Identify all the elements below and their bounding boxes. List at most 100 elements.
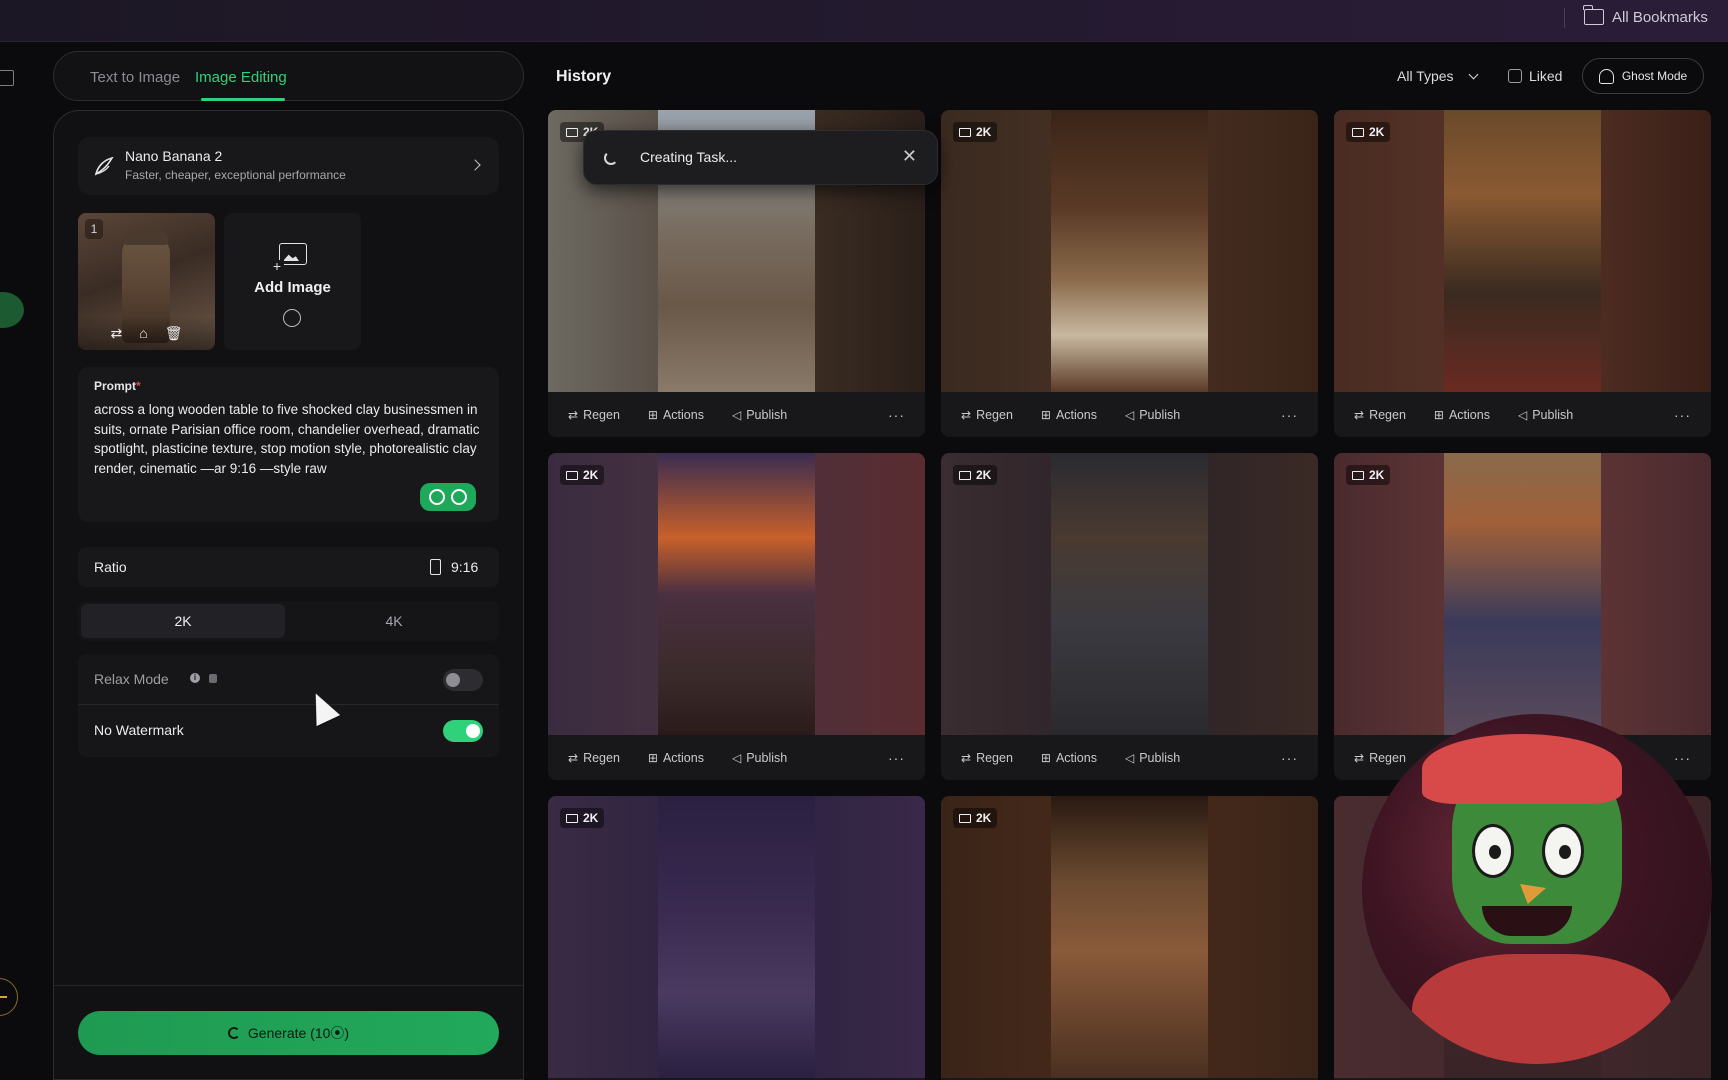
- resolution-toggle: 2K 4K: [78, 601, 499, 641]
- tab-text-to-image[interactable]: Text to Image: [90, 69, 180, 86]
- history-card[interactable]: 2K: [941, 796, 1318, 1080]
- rail-bottom-button[interactable]: [0, 978, 18, 1016]
- publish-button[interactable]: ◁ Publish: [1125, 751, 1180, 765]
- uploaded-image-thumbnail[interactable]: 1 ⇄ ⌂ 🗑: [78, 213, 215, 350]
- more-options-icon[interactable]: ···: [888, 407, 905, 423]
- resolution-2k-button[interactable]: 2K: [81, 604, 285, 638]
- generation-panel: Nano Banana 2 Faster, cheaper, exception…: [53, 110, 524, 1080]
- relax-mode-switch[interactable]: [443, 669, 483, 691]
- actions-button[interactable]: ⊞ Actions: [1041, 408, 1097, 422]
- liked-checkbox[interactable]: [1508, 69, 1522, 83]
- no-watermark-switch[interactable]: [443, 720, 483, 742]
- publish-icon: ◁: [731, 407, 742, 422]
- prompt-field[interactable]: Prompt* across a long wooden table to fi…: [78, 367, 499, 522]
- history-card-artwork: [1051, 453, 1208, 735]
- more-options-icon[interactable]: ···: [1281, 407, 1298, 423]
- lock-icon: [209, 674, 217, 683]
- publish-label: Publish: [746, 750, 788, 765]
- prompt-assist-badge[interactable]: [420, 483, 476, 511]
- more-options-icon[interactable]: ···: [1281, 750, 1298, 766]
- prompt-text[interactable]: across a long wooden table to five shock…: [94, 400, 488, 478]
- publish-button[interactable]: ◁ Publish: [732, 408, 787, 422]
- relax-mode-row: Relax Mode i: [78, 654, 499, 705]
- history-card[interactable]: 2K ⇄ Regen ⊞ Actions ◁ Publish ···: [548, 453, 925, 780]
- asset-library-icon[interactable]: [283, 309, 301, 327]
- regen-button[interactable]: ⇄ Regen: [568, 751, 620, 765]
- avatar-shirt: [1412, 954, 1672, 1064]
- avatar-right-eye: [1542, 824, 1584, 878]
- history-card[interactable]: 2K ⇄ Regen ⊞ Actions ◁ Publish ···: [1334, 110, 1711, 437]
- ratio-value: 9:16: [451, 559, 479, 575]
- resolution-badge: 2K: [1346, 122, 1391, 142]
- history-card-image[interactable]: [941, 110, 1318, 392]
- regen-icon: ⇄: [568, 750, 579, 765]
- history-card-image[interactable]: [1334, 110, 1711, 392]
- resolution-badge: 2K: [560, 465, 605, 485]
- sidebar-toggle-icon[interactable]: [0, 70, 14, 86]
- history-card-image[interactable]: [1334, 453, 1711, 735]
- monitor-icon: [566, 127, 578, 137]
- image-index-badge: 1: [85, 219, 103, 239]
- add-image-button[interactable]: Add Image: [224, 213, 361, 350]
- actions-button[interactable]: ⊞ Actions: [648, 408, 704, 422]
- close-icon[interactable]: ✕: [902, 146, 917, 167]
- history-card-artwork: [1051, 796, 1208, 1078]
- monitor-icon: [1352, 470, 1364, 480]
- mask-icon[interactable]: ⌂: [139, 325, 147, 341]
- generate-label: Generate (10⦿): [247, 1025, 350, 1041]
- swap-icon[interactable]: ⇄: [111, 325, 123, 342]
- resolution-4k-button[interactable]: 4K: [292, 604, 496, 638]
- regen-button[interactable]: ⇄ Regen: [1354, 751, 1406, 765]
- history-card-artwork: [1444, 110, 1601, 392]
- regen-button[interactable]: ⇄ Regen: [1354, 408, 1406, 422]
- ghost-mode-button[interactable]: Ghost Mode: [1582, 58, 1704, 94]
- type-filter-value: All Types: [1397, 68, 1454, 84]
- regen-button[interactable]: ⇄ Regen: [961, 751, 1013, 765]
- more-options-icon[interactable]: ···: [1674, 750, 1691, 766]
- history-card[interactable]: 2K: [548, 796, 925, 1080]
- publish-label: Publish: [746, 407, 788, 422]
- info-icon[interactable]: i: [190, 673, 200, 683]
- trash-icon[interactable]: 🗑: [165, 325, 183, 342]
- card-actions-bar: ⇄ Regen ⊞ Actions ◁ Publish ···: [1334, 392, 1711, 437]
- regen-button[interactable]: ⇄ Regen: [568, 408, 620, 422]
- rail-active-indicator: [0, 292, 24, 328]
- liked-filter[interactable]: Liked: [1508, 68, 1562, 84]
- model-description: Faster, cheaper, exceptional performance: [125, 168, 346, 182]
- panel-divider: [54, 985, 523, 986]
- history-card-image[interactable]: [941, 796, 1318, 1078]
- tab-image-editing[interactable]: Image Editing: [195, 69, 287, 86]
- publish-icon: ◁: [1124, 750, 1135, 765]
- history-card-image[interactable]: [548, 796, 925, 1078]
- regen-button[interactable]: ⇄ Regen: [961, 408, 1013, 422]
- history-card[interactable]: 2K ⇄ Regen ⊞ Actions ◁ Publish ···: [941, 453, 1318, 780]
- type-filter-dropdown[interactable]: All Types: [1397, 68, 1478, 84]
- resolution-badge-label: 2K: [583, 468, 599, 482]
- more-options-icon[interactable]: ···: [888, 750, 905, 766]
- image-add-icon: [270, 243, 307, 274]
- actions-icon: ⊞: [647, 750, 658, 765]
- publish-icon: ◁: [1517, 407, 1528, 422]
- no-watermark-row: No Watermark: [78, 705, 499, 756]
- generate-button[interactable]: Generate (10⦿): [78, 1011, 499, 1055]
- top-bar: All Bookmarks: [0, 0, 1728, 42]
- actions-button[interactable]: ⊞ Actions: [1041, 751, 1097, 765]
- history-card-image[interactable]: [941, 453, 1318, 735]
- ghost-mode-label: Ghost Mode: [1621, 69, 1688, 83]
- settings-toggles: Relax Mode i No Watermark: [78, 654, 499, 757]
- ratio-selector[interactable]: Ratio 9:16: [78, 547, 499, 587]
- publish-button[interactable]: ◁ Publish: [732, 751, 787, 765]
- publish-button[interactable]: ◁ Publish: [1125, 408, 1180, 422]
- card-actions-bar: ⇄ Regen ⊞ Actions ◁ Publish ···: [941, 735, 1318, 780]
- actions-button[interactable]: ⊞ Actions: [1434, 408, 1490, 422]
- all-bookmarks-button[interactable]: All Bookmarks: [1583, 5, 1708, 28]
- more-options-icon[interactable]: ···: [1674, 407, 1691, 423]
- history-card[interactable]: 2K ⇄ Regen ⊞ Actions ◁ Publish ···: [941, 110, 1318, 437]
- publish-button[interactable]: ◁ Publish: [1518, 408, 1573, 422]
- actions-button[interactable]: ⊞ Actions: [648, 751, 704, 765]
- regen-label: Regen: [976, 750, 1013, 765]
- resolution-badge-label: 2K: [976, 125, 992, 139]
- history-card-image[interactable]: [548, 453, 925, 735]
- model-selector[interactable]: Nano Banana 2 Faster, cheaper, exception…: [78, 137, 499, 195]
- resolution-badge-label: 2K: [1369, 468, 1385, 482]
